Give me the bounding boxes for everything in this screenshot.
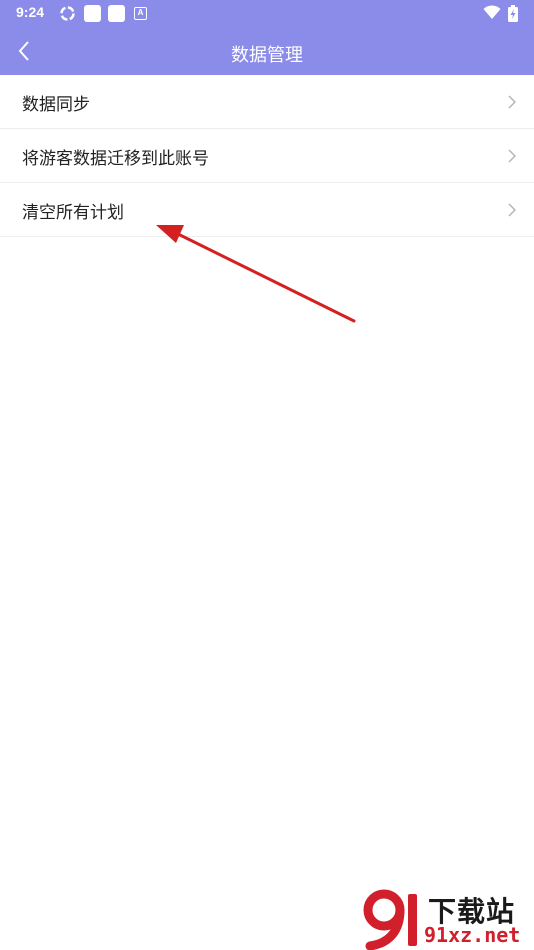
status-bar: 9:24 A	[0, 0, 534, 27]
sync-icon	[60, 6, 75, 21]
app-header: 9:24 A 数据管理	[0, 0, 534, 75]
watermark: 下载站 91xz.net	[362, 888, 534, 950]
page-title: 数据管理	[231, 45, 303, 66]
chevron-right-icon	[508, 203, 516, 217]
chevron-right-icon	[508, 149, 516, 163]
chevron-right-icon	[508, 95, 516, 109]
wifi-icon	[483, 5, 501, 19]
watermark-domain: 91xz.net	[424, 923, 521, 947]
battery-charging-icon	[508, 5, 518, 22]
notification-square-icon	[108, 5, 125, 22]
a-badge-icon: A	[134, 7, 147, 20]
nav-bar: 数据管理	[0, 27, 534, 75]
notification-square-icon	[84, 5, 101, 22]
list-item-migrate-guest-data[interactable]: 将游客数据迁移到此账号	[0, 129, 534, 183]
watermark-logo-icon	[363, 889, 417, 950]
list-item-clear-all-plans[interactable]: 清空所有计划	[0, 183, 534, 237]
settings-list: 数据同步 将游客数据迁移到此账号 清空所有计划	[0, 75, 534, 237]
list-item-label: 数据同步	[22, 95, 90, 115]
status-time: 9:24	[16, 4, 45, 20]
list-item-label: 清空所有计划	[22, 203, 124, 223]
list-item-label: 将游客数据迁移到此账号	[22, 149, 209, 169]
list-item-data-sync[interactable]: 数据同步	[0, 75, 534, 129]
